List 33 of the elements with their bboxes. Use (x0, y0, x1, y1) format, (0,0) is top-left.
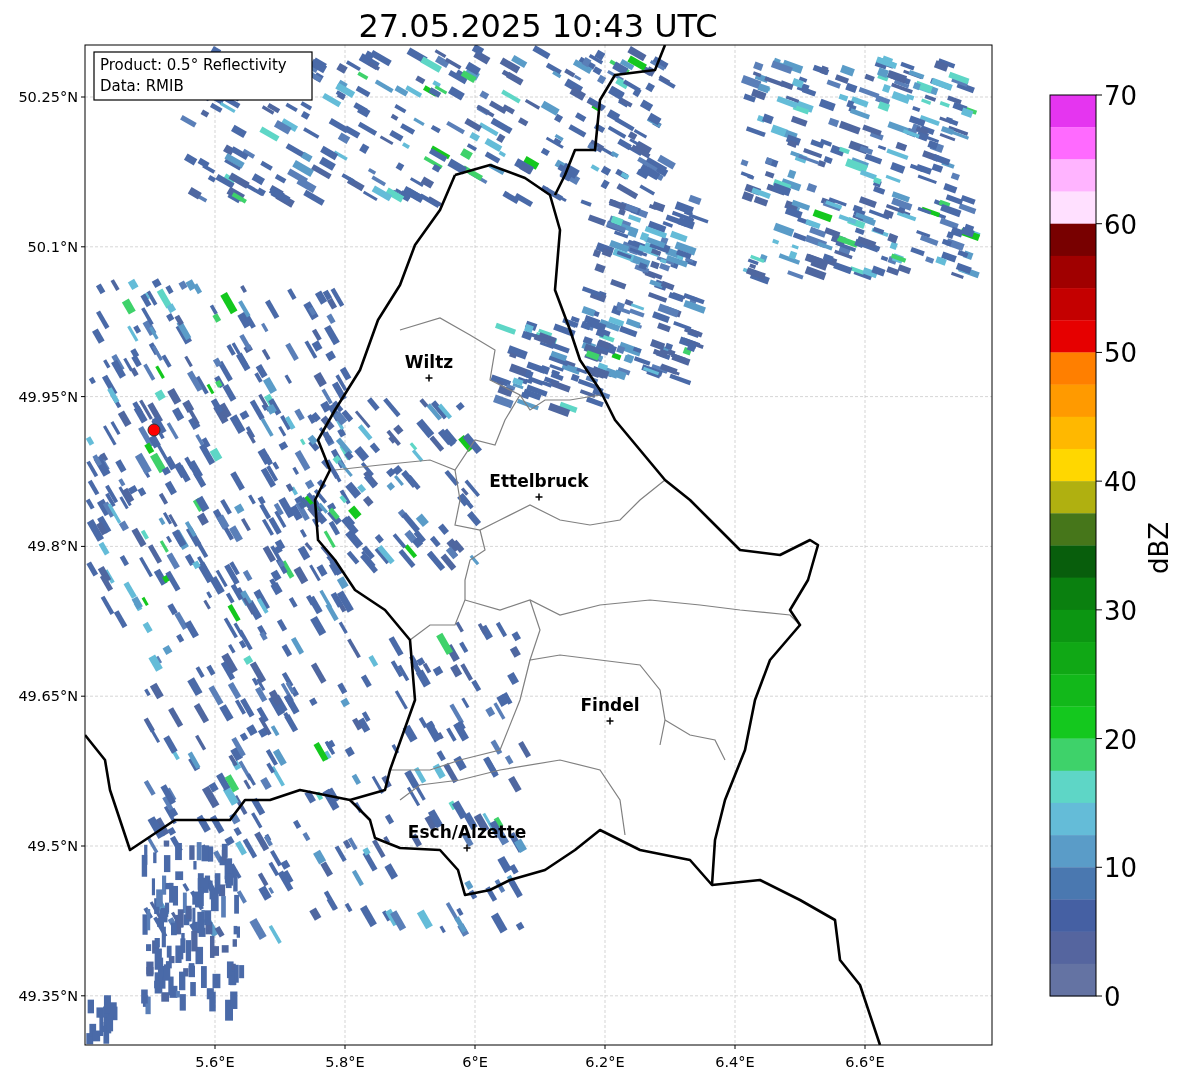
y-tick-label: 50.25°N (18, 89, 78, 105)
city-label: Findel (580, 695, 640, 715)
colorbar-tick-label: 50 (1104, 338, 1138, 369)
colorbar-tick-label: 20 (1104, 724, 1138, 755)
city-marker-icon (424, 373, 434, 383)
y-tick-label: 49.65°N (18, 688, 78, 705)
colorbar-tick-label: 0 (1104, 982, 1121, 1012)
colorbar-label: dBZ (1144, 521, 1174, 575)
city-marker-icon (462, 843, 472, 853)
x-tick-label: 5.6°E (195, 1054, 235, 1070)
x-tick-label: 6.4°E (715, 1054, 755, 1070)
colorbar-tick-label: 60 (1104, 209, 1138, 240)
colorbar-tick-label: 10 (1104, 853, 1138, 884)
colorbar-tick-label: 40 (1104, 467, 1138, 498)
colorbar-tick-label: 30 (1104, 595, 1138, 626)
y-tick-label: 49.95°N (18, 388, 78, 405)
city-label: Ettelbruck (489, 471, 589, 491)
x-tick-label: 6°E (462, 1054, 488, 1070)
city-marker-icon (605, 716, 615, 726)
y-tick-label: 49.5°N (27, 838, 78, 854)
radar-site-marker (147, 423, 161, 437)
info-text: Product: 0.5° Reflectivity (100, 56, 287, 74)
y-tick-label: 50.1°N (27, 238, 78, 255)
y-tick-label: 49.35°N (18, 987, 78, 1004)
y-tick-label: 49.8°N (27, 538, 78, 555)
x-tick-label: 6.2°E (585, 1054, 625, 1070)
x-tick-label: 6.6°E (845, 1054, 885, 1070)
colorbar-tick-label: 70 (1104, 81, 1138, 111)
city-label: Wiltz (404, 352, 454, 372)
x-tick-label: 5.8°E (325, 1054, 365, 1070)
info-text: Data: RMIB (100, 77, 184, 95)
map-title: 27.05.2025 10:43 UTC (358, 7, 718, 45)
city-marker-icon (534, 492, 544, 502)
